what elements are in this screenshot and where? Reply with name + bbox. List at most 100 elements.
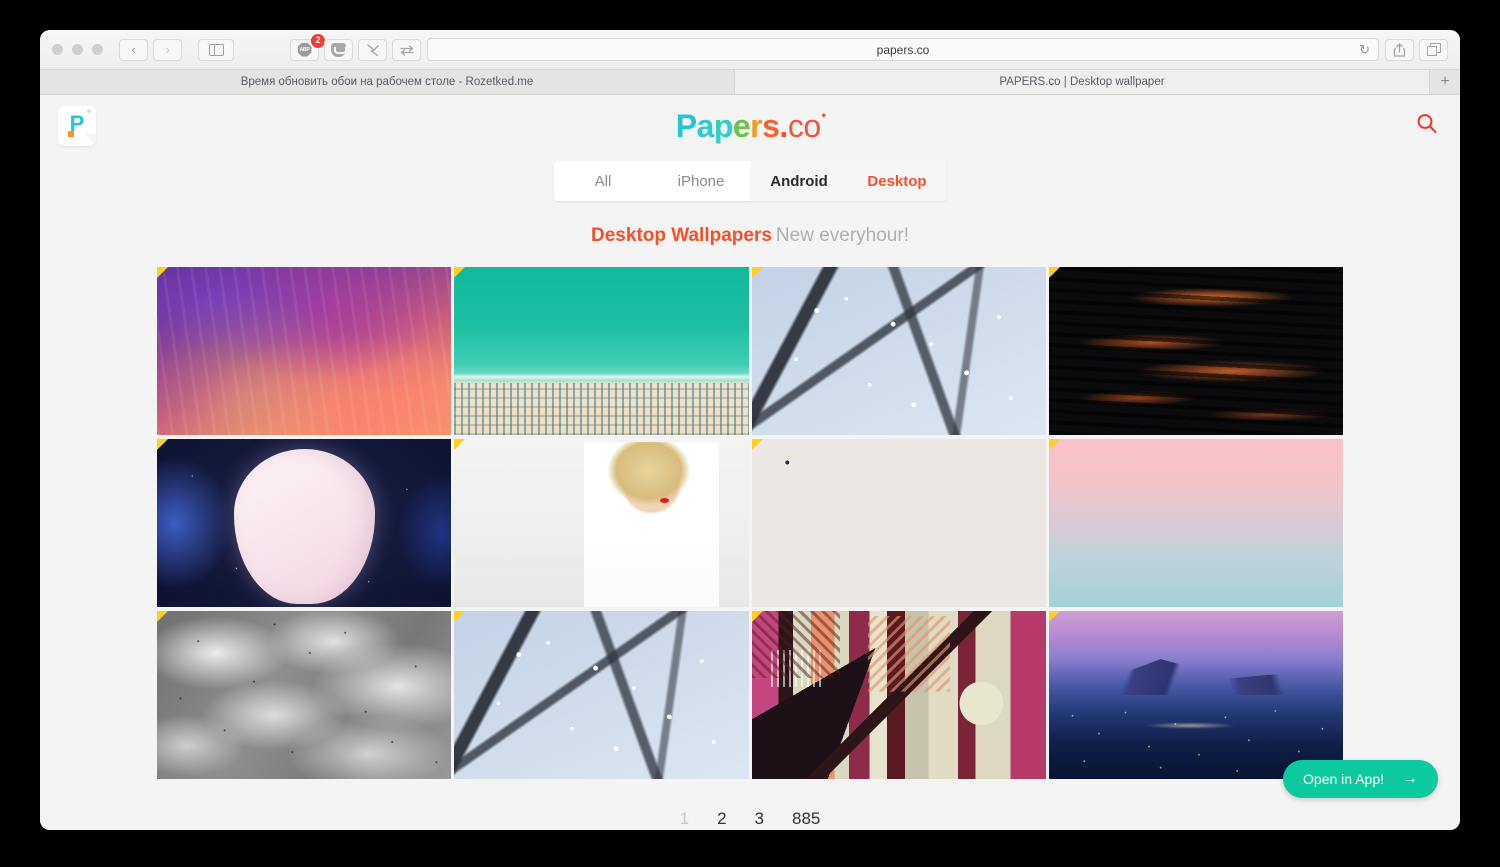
new-corner-flag-icon xyxy=(1048,267,1060,278)
adblock-badge-count: 2 xyxy=(311,33,325,48)
category-nav: All iPhone Android Desktop xyxy=(554,161,946,201)
forward-button[interactable]: › xyxy=(153,38,182,61)
tab-desktop[interactable]: Desktop xyxy=(848,161,946,201)
wallpaper-thumb-grey-clouds-texture[interactable] xyxy=(157,611,452,779)
tab-iphone-label: iPhone xyxy=(677,172,725,190)
wallpaper-thumb-pastel-gradient-sky[interactable] xyxy=(1048,439,1343,607)
pagination-page-1[interactable]: 1 xyxy=(680,809,689,829)
section-title-main: Desktop Wallpapers xyxy=(591,225,772,246)
section-title-subtitle: New everyhour! xyxy=(775,225,909,246)
browser-tab-papers[interactable]: PAPERS.co | Desktop wallpaper xyxy=(735,70,1430,94)
brand-dot: . xyxy=(779,107,788,144)
zoom-window-button[interactable] xyxy=(92,44,103,55)
pagination-page-2[interactable]: 2 xyxy=(717,809,726,829)
minimize-window-button[interactable] xyxy=(72,44,83,55)
wallpaper-thumb-anime-girl[interactable] xyxy=(157,439,452,607)
brand-letter-2: a xyxy=(696,107,715,144)
new-corner-flag-icon xyxy=(454,267,466,278)
wallpaper-thumb-blonde-portrait[interactable] xyxy=(454,439,749,607)
brand-letter-6: s xyxy=(762,107,780,144)
brand-letter-3: p xyxy=(713,107,734,144)
pagination-page-3[interactable]: 3 xyxy=(755,809,764,829)
close-window-button[interactable] xyxy=(52,44,63,55)
tab-overview-icon xyxy=(1426,43,1441,56)
window-traffic-lights xyxy=(52,44,103,55)
adblock-plus-icon: ABP xyxy=(297,42,312,57)
page-content: P Papers.co• All iPhone Android Desktop … xyxy=(40,95,1460,830)
logo-orange-square-icon xyxy=(68,131,74,137)
pagination-page-last[interactable]: 885 xyxy=(792,809,820,829)
wallpaper-image xyxy=(751,439,1046,607)
browser-tab-bar: Время обновить обои на рабочем столе - R… xyxy=(40,70,1460,95)
search-button[interactable] xyxy=(1416,113,1438,140)
new-corner-flag-icon xyxy=(751,439,763,450)
wallpaper-image xyxy=(157,267,452,435)
tab-iphone[interactable]: iPhone xyxy=(652,161,750,201)
tab-android-label: Android xyxy=(770,172,828,190)
tab-all[interactable]: All xyxy=(554,161,652,201)
open-in-app-button[interactable]: Open in App! → xyxy=(1283,760,1438,798)
pocket-icon xyxy=(331,42,347,57)
wallpaper-thumb-dark-water-fire-reflection[interactable] xyxy=(1048,267,1343,435)
site-header: P Papers.co• xyxy=(40,95,1460,157)
toolbar-right-buttons xyxy=(1385,38,1448,61)
tab-overview-button[interactable] xyxy=(1419,38,1448,61)
address-bar-url: papers.co xyxy=(876,42,930,57)
wallpaper-image xyxy=(1048,267,1343,435)
sidebar-icon xyxy=(208,43,224,56)
pocket-button[interactable] xyxy=(324,38,353,61)
sync-button[interactable] xyxy=(392,38,421,61)
new-corner-flag-icon xyxy=(751,267,763,278)
wallpaper-thumb-water-droplets-macro[interactable] xyxy=(751,439,1046,607)
browser-toolbar: ‹ › ABP 2 papers.co ↻ xyxy=(40,30,1460,70)
new-corner-flag-icon xyxy=(751,611,763,622)
section-title: Desktop Wallpapers New everyhour! xyxy=(40,226,1460,245)
new-corner-flag-icon xyxy=(454,611,466,622)
tab-desktop-label: Desktop xyxy=(867,172,927,190)
wallpaper-grid xyxy=(157,267,1343,779)
extension-buttons: ABP 2 xyxy=(290,33,421,61)
brand-superscript-dot-icon: • xyxy=(821,107,826,122)
open-in-app-label: Open in App! xyxy=(1303,771,1384,787)
new-corner-flag-icon xyxy=(1048,611,1060,622)
reload-button[interactable]: ↻ xyxy=(1359,43,1370,56)
wallpaper-thumb-city-lights-dusk[interactable] xyxy=(1048,611,1343,779)
new-tab-button[interactable]: + xyxy=(1430,70,1460,94)
navigation-buttons: ‹ › xyxy=(119,38,182,61)
share-icon xyxy=(1393,42,1406,57)
wallpaper-thumb-blossom-branches[interactable] xyxy=(751,267,1046,435)
wallpaper-image xyxy=(454,611,749,779)
wallpaper-image xyxy=(751,611,1046,779)
pagination: 1 2 3 885 xyxy=(40,809,1460,829)
sync-arrows-icon xyxy=(399,44,414,56)
arrow-right-icon: → xyxy=(1402,770,1418,787)
wallpaper-image xyxy=(751,267,1046,435)
browser-tab-rozetked[interactable]: Время обновить обои на рабочем столе - R… xyxy=(40,70,735,94)
share-button[interactable] xyxy=(1385,38,1414,61)
new-corner-flag-icon xyxy=(454,439,466,450)
search-icon xyxy=(1417,114,1437,133)
tab-android[interactable]: Android xyxy=(750,161,848,201)
wallpaper-thumb-aurora-sky[interactable] xyxy=(157,267,452,435)
site-logo-badge[interactable]: P xyxy=(58,106,96,146)
wallpaper-image xyxy=(1048,611,1343,779)
wallpaper-thumb-beach-aerial[interactable] xyxy=(454,267,749,435)
sidebar-toggle-button[interactable] xyxy=(198,38,234,61)
browser-tab-title: Время обновить обои на рабочем столе - R… xyxy=(240,76,534,88)
ghostery-button[interactable] xyxy=(358,38,387,61)
wallpaper-image xyxy=(157,439,452,607)
wallpaper-image xyxy=(157,611,452,779)
brand-tld: co xyxy=(787,107,821,144)
wallpaper-thumb-blossom-branches-blue[interactable] xyxy=(454,611,749,779)
address-bar[interactable]: papers.co ↻ xyxy=(427,38,1379,61)
adblock-plus-button[interactable]: ABP 2 xyxy=(290,33,325,61)
new-corner-flag-icon xyxy=(157,439,168,450)
back-button[interactable]: ‹ xyxy=(119,38,148,61)
logo-corner-dot-icon xyxy=(87,109,91,113)
wallpaper-thumb-geometric-art-deco[interactable] xyxy=(751,611,1046,779)
browser-tab-title: PAPERS.co | Desktop wallpaper xyxy=(999,76,1165,88)
new-corner-flag-icon xyxy=(1048,439,1060,450)
desktop-backdrop: ‹ › ABP 2 papers.co ↻ Время обновить обо… xyxy=(0,0,1500,867)
brand-letter-1: P xyxy=(675,107,697,144)
wallpaper-image xyxy=(1048,439,1343,607)
